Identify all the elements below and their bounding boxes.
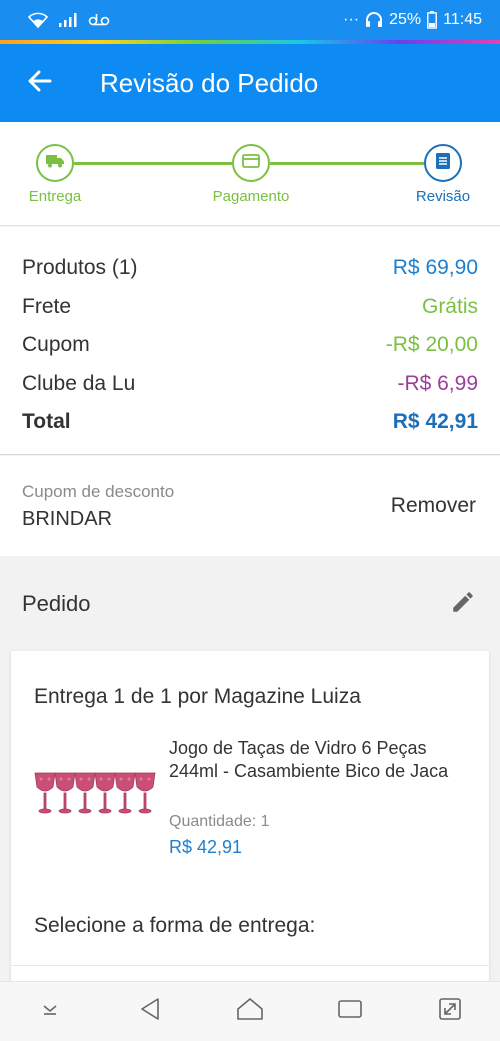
summary-row-coupon: Cupom -R$ 20,00: [22, 326, 478, 365]
app-bar: Revisão do Pedido: [0, 44, 500, 122]
nav-expand-button[interactable]: [420, 982, 480, 1041]
nav-back-button[interactable]: [120, 982, 180, 1041]
arrow-left-icon: [28, 70, 52, 97]
chevron-down-icon: [40, 1002, 60, 1021]
coupon-section: Cupom de desconto BRINDAR Remover: [0, 456, 500, 556]
summary-row-shipping: Frete Grátis: [22, 288, 478, 327]
more-dots-icon: ···: [343, 11, 360, 28]
step-delivery[interactable]: [36, 144, 74, 182]
product-image: [33, 769, 159, 819]
battery-icon: [427, 11, 438, 29]
coupon-code: BRINDAR: [22, 507, 113, 530]
quantity-label: Quantidade:: [169, 813, 257, 830]
nav-recents-button[interactable]: [320, 982, 380, 1041]
total-value: R$ 42,91: [392, 410, 478, 434]
summary-value: -R$ 20,00: [385, 333, 478, 357]
shipping-prompt: Selecione a forma de entrega:: [34, 914, 316, 937]
signal-icon: [58, 12, 78, 28]
summary-label: Produtos (1): [22, 256, 138, 280]
remove-coupon-button[interactable]: Remover: [391, 494, 476, 518]
order-header: Pedido: [0, 556, 500, 652]
summary-label: Cupom: [22, 333, 90, 357]
step-label-review: Revisão: [415, 188, 471, 205]
summary-value: -R$ 6,99: [397, 371, 478, 395]
system-nav-bar: [0, 981, 500, 1041]
summary-value: Grátis: [421, 294, 478, 318]
divider: [11, 965, 489, 966]
summary-label: Frete: [22, 294, 72, 318]
home-icon: [236, 997, 264, 1026]
total-label: Total: [22, 410, 71, 434]
step-connector: [270, 162, 424, 165]
headphones-icon: [365, 11, 383, 29]
expand-icon: [438, 997, 462, 1026]
summary-value: R$ 69,90: [392, 256, 478, 280]
recents-icon: [337, 998, 363, 1025]
card-icon: [242, 153, 260, 173]
product-price: R$ 42,91: [169, 837, 243, 857]
summary-row-club: Clube da Lu -R$ 6,99: [22, 365, 478, 404]
status-bar: ··· 25% 11:45: [0, 0, 500, 40]
receipt-icon: [436, 152, 450, 174]
back-button[interactable]: [0, 44, 80, 122]
wifi-icon: [28, 12, 48, 28]
step-label-payment: Pagamento: [212, 188, 290, 205]
delivery-card: Entrega 1 de 1 por Magazine Luiza Jogo d…: [11, 651, 489, 981]
nav-home-button[interactable]: [220, 982, 280, 1041]
product-quantity: Quantidade: 1: [169, 813, 270, 831]
summary-label: Clube da Lu: [22, 371, 136, 395]
checkout-stepper: Entrega Pagamento Revisão: [0, 122, 500, 226]
product-name[interactable]: Jogo de Taças de Vidro 6 Peças 244ml - C…: [169, 737, 469, 783]
nav-hide-button[interactable]: [20, 982, 80, 1041]
battery-percent: 25%: [389, 11, 422, 28]
delivery-title: Entrega 1 de 1 por Magazine Luiza: [34, 685, 361, 708]
coupon-label: Cupom de desconto: [22, 481, 175, 501]
step-connector: [74, 162, 232, 165]
truck-icon: [46, 154, 64, 173]
edit-pencil-icon[interactable]: [450, 589, 476, 620]
summary-row-products: Produtos (1) R$ 69,90: [22, 249, 478, 288]
page-title: Revisão do Pedido: [100, 67, 319, 98]
order-summary: Produtos (1) R$ 69,90 Frete Grátis Cupom…: [0, 227, 500, 455]
clock: 11:45: [443, 11, 482, 28]
voicemail-icon: [88, 13, 110, 27]
step-label-delivery: Entrega: [28, 188, 82, 205]
quantity-value: 1: [260, 813, 270, 830]
step-review[interactable]: [424, 144, 462, 182]
summary-row-total: Total R$ 42,91: [22, 403, 478, 442]
step-payment[interactable]: [232, 144, 270, 182]
triangle-back-icon: [139, 997, 161, 1026]
order-title: Pedido: [22, 591, 91, 616]
